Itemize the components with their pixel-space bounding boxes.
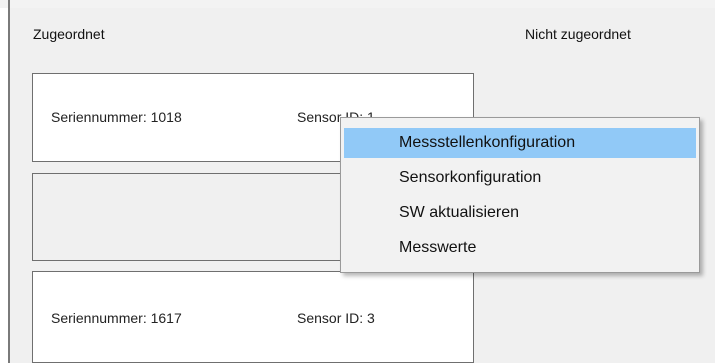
menu-item-messwerte[interactable]: Messwerte [344,233,696,263]
sensor-id-label: Sensor ID: 3 [297,310,375,326]
unassigned-column-label: Nicht zugeordnet [525,26,631,42]
assigned-column-label: Zugeordnet [33,26,105,42]
context-menu: Messstellenkonfiguration Sensorkonfigura… [340,117,700,273]
sensor-card-1617[interactable]: Seriennummer: 1617 Sensor ID: 3 [32,271,474,363]
menu-item-messstellenkonfiguration[interactable]: Messstellenkonfiguration [344,128,696,158]
serial-number-label: Seriennummer: 1018 [51,109,182,125]
window-top-strip [0,0,715,8]
menu-item-sensorkonfiguration[interactable]: Sensorkonfiguration [344,163,696,193]
menu-item-sw-aktualisieren[interactable]: SW aktualisieren [344,198,696,228]
serial-number-label: Seriennummer: 1617 [51,310,182,326]
